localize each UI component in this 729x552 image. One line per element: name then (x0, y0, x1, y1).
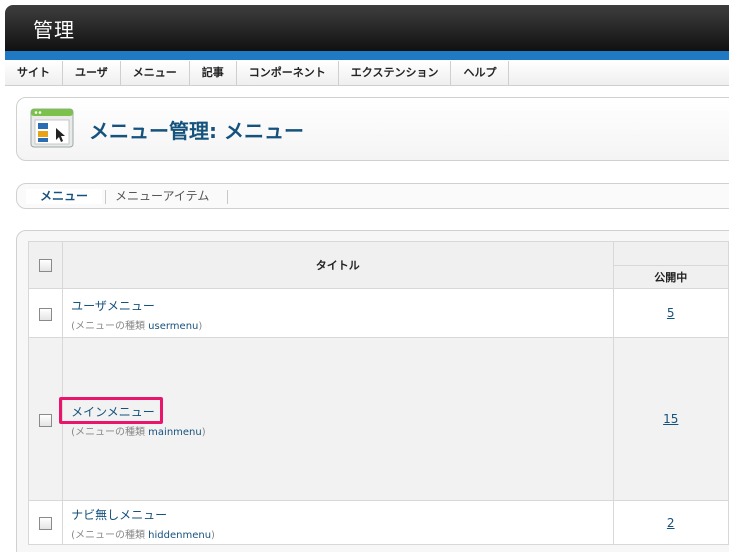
menu-title-cell: ナビ無しメニュー (メニューの種類 hiddenmenu) (62, 500, 614, 545)
row-checkbox-cell (27, 337, 64, 501)
published-count-cell: 2 (612, 500, 729, 545)
menu-manager-icon (30, 108, 74, 148)
tab-divider (227, 190, 228, 204)
main-menubar: サイト ユーザ メニュー 記事 コンポーネント エクステンション ヘルプ (5, 61, 729, 86)
admin-title: 管理 (33, 18, 75, 42)
menu-name-link[interactable]: ナビ無しメニュー (71, 506, 167, 523)
menu-components[interactable]: コンポーネント (237, 61, 339, 85)
menu-name-link[interactable]: メインメニュー (71, 403, 155, 420)
menu-type-code: usermenu (148, 320, 199, 332)
menu-title-cell: メインメニュー (メニューの種類 mainmenu) (62, 337, 614, 501)
page-title: メニュー管理: メニュー (89, 119, 304, 143)
published-count-link[interactable]: 2 (667, 516, 675, 530)
tab-menus[interactable]: メニュー (26, 189, 102, 204)
menu-articles[interactable]: 記事 (190, 61, 237, 85)
menu-type-prefix: (メニューの種類 (71, 426, 145, 438)
menu-type-prefix: (メニューの種類 (71, 320, 145, 332)
published-count-cell: 15 (612, 337, 729, 501)
menu-type-suffix: ) (201, 426, 206, 438)
toolbar-box: メニュー管理: メニュー (16, 97, 729, 161)
menu-type-suffix: ) (198, 320, 203, 332)
table-row: ナビ無しメニュー (メニューの種類 hiddenmenu) 2 (27, 500, 729, 545)
menu-type-suffix: ) (211, 530, 215, 541)
row-checkbox-cell (27, 500, 64, 545)
row-checkbox[interactable] (39, 413, 53, 427)
menu-type-line: (メニューの種類 usermenu) (71, 317, 612, 332)
menu-menus[interactable]: メニュー (121, 61, 190, 85)
published-count-cell: 5 (612, 288, 729, 338)
admin-header: 管理 (5, 5, 729, 51)
tab-divider (105, 190, 106, 204)
published-count-link[interactable]: 5 (667, 306, 675, 320)
title-column-header[interactable]: タイトル (62, 241, 614, 289)
menu-type-prefix: (メニューの種類 (71, 530, 145, 541)
table-row: メインメニュー (メニューの種類 mainmenu) 15 (27, 337, 729, 501)
select-all-checkbox[interactable] (39, 258, 53, 272)
select-all-cell (27, 241, 64, 289)
menu-type-code: mainmenu (148, 426, 202, 438)
published-count-link[interactable]: 15 (663, 412, 678, 426)
row-checkbox[interactable] (39, 307, 53, 321)
tab-menu-items[interactable]: メニューアイテム (115, 189, 209, 204)
header-spacer (612, 241, 729, 266)
menu-name-link[interactable]: ユーザメニュー (71, 297, 155, 314)
submenu-bar: メニュー メニューアイテム (16, 183, 729, 209)
row-checkbox-cell (27, 288, 64, 338)
menu-type-line: (メニューの種類 hiddenmenu) (71, 526, 612, 541)
menu-title-cell: ユーザメニュー (メニューの種類 usermenu) (62, 288, 614, 338)
menu-type-code: hiddenmenu (148, 530, 212, 541)
menu-users[interactable]: ユーザ (63, 61, 121, 85)
row-checkbox[interactable] (39, 517, 53, 530)
menu-site[interactable]: サイト (5, 61, 63, 85)
published-column-label: 公開中 (654, 271, 688, 284)
title-column-label: タイトル (315, 259, 360, 272)
table-row: ユーザメニュー (メニューの種類 usermenu) 5 (27, 288, 729, 338)
menu-type-line: (メニューの種類 mainmenu) (71, 423, 612, 438)
menu-help[interactable]: ヘルプ (451, 61, 510, 85)
published-column-header: 公開中 (612, 265, 729, 289)
menu-extensions[interactable]: エクステンション (339, 61, 452, 85)
menus-table: タイトル 公開中 ユーザメニュー (メニューの種類 usermenu) 5 メイ… (27, 241, 729, 545)
header-accent-bar (5, 51, 729, 60)
